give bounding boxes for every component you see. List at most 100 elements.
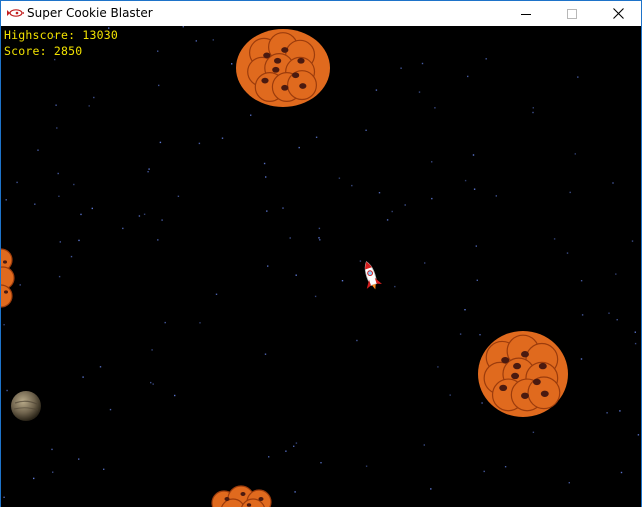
star (294, 491, 296, 493)
star (631, 240, 634, 242)
star (174, 394, 176, 397)
star (365, 129, 367, 131)
star (52, 471, 54, 473)
star (424, 262, 426, 264)
star (16, 181, 18, 184)
star (431, 161, 433, 163)
star (566, 252, 569, 254)
star (400, 67, 402, 69)
cookie-asteroid (478, 331, 568, 417)
star (293, 445, 295, 447)
star (298, 146, 300, 149)
star (3, 324, 5, 326)
highscore-label: Highscore: 13030 (4, 28, 118, 42)
star (199, 322, 201, 324)
star (615, 273, 617, 275)
star (51, 448, 53, 451)
star (580, 358, 583, 360)
score-label: Score: 2850 (4, 44, 83, 58)
star (434, 107, 436, 109)
game-canvas[interactable]: Highscore: 13030 Score: 2850 (1, 26, 641, 507)
star (351, 184, 353, 187)
star (504, 466, 507, 468)
star (295, 274, 297, 276)
star (70, 255, 73, 258)
star (464, 309, 466, 311)
maximize-button[interactable] (549, 1, 595, 26)
star (532, 431, 535, 433)
star (467, 75, 469, 78)
star (263, 162, 266, 165)
star (182, 26, 184, 28)
star (177, 195, 180, 197)
cookie-asteroid (236, 29, 330, 107)
star (616, 319, 618, 321)
star (318, 237, 320, 239)
star (431, 197, 433, 200)
star (78, 458, 80, 460)
star (150, 381, 152, 384)
star (58, 275, 61, 278)
star (264, 353, 267, 355)
star (473, 188, 476, 190)
minimize-button[interactable] (503, 1, 549, 26)
title-bar[interactable]: Super Cookie Blaster (1, 1, 641, 26)
star (5, 199, 7, 201)
star (266, 210, 268, 212)
star (612, 182, 614, 184)
star (620, 471, 623, 474)
star (606, 412, 608, 414)
star (449, 394, 451, 396)
star (568, 482, 570, 484)
star (485, 58, 487, 60)
star (73, 183, 75, 186)
star (159, 141, 162, 144)
player-rocket[interactable] (357, 259, 385, 293)
star (356, 339, 358, 342)
star (151, 349, 153, 351)
star (608, 312, 610, 314)
close-button[interactable] (595, 1, 641, 26)
star (386, 219, 389, 221)
star (265, 176, 267, 178)
star (91, 207, 93, 210)
star (430, 488, 432, 490)
star (268, 456, 270, 458)
star (483, 470, 485, 473)
star (99, 366, 102, 368)
star (3, 496, 5, 498)
star (472, 154, 475, 156)
star (57, 172, 59, 175)
star (198, 142, 201, 145)
star (147, 171, 149, 173)
star (80, 213, 82, 216)
star (82, 376, 84, 378)
close-icon (612, 8, 624, 19)
star (394, 285, 396, 288)
star (195, 40, 197, 42)
star (378, 192, 381, 194)
star (423, 444, 425, 446)
star (634, 342, 637, 345)
star (495, 195, 497, 197)
star (418, 91, 421, 93)
star (574, 153, 576, 155)
star (475, 245, 477, 247)
star (338, 177, 341, 179)
star (532, 107, 534, 109)
star (215, 293, 218, 295)
star (93, 96, 95, 99)
star (634, 331, 636, 333)
star (421, 62, 424, 65)
rocket-icon (7, 9, 24, 17)
cookie-asteroid (211, 485, 272, 507)
planet (11, 391, 41, 421)
star (459, 333, 462, 335)
star (375, 89, 378, 91)
star (318, 227, 321, 230)
star (138, 215, 141, 217)
star (19, 284, 21, 286)
star (464, 179, 467, 182)
star (391, 210, 393, 213)
star (54, 58, 56, 61)
